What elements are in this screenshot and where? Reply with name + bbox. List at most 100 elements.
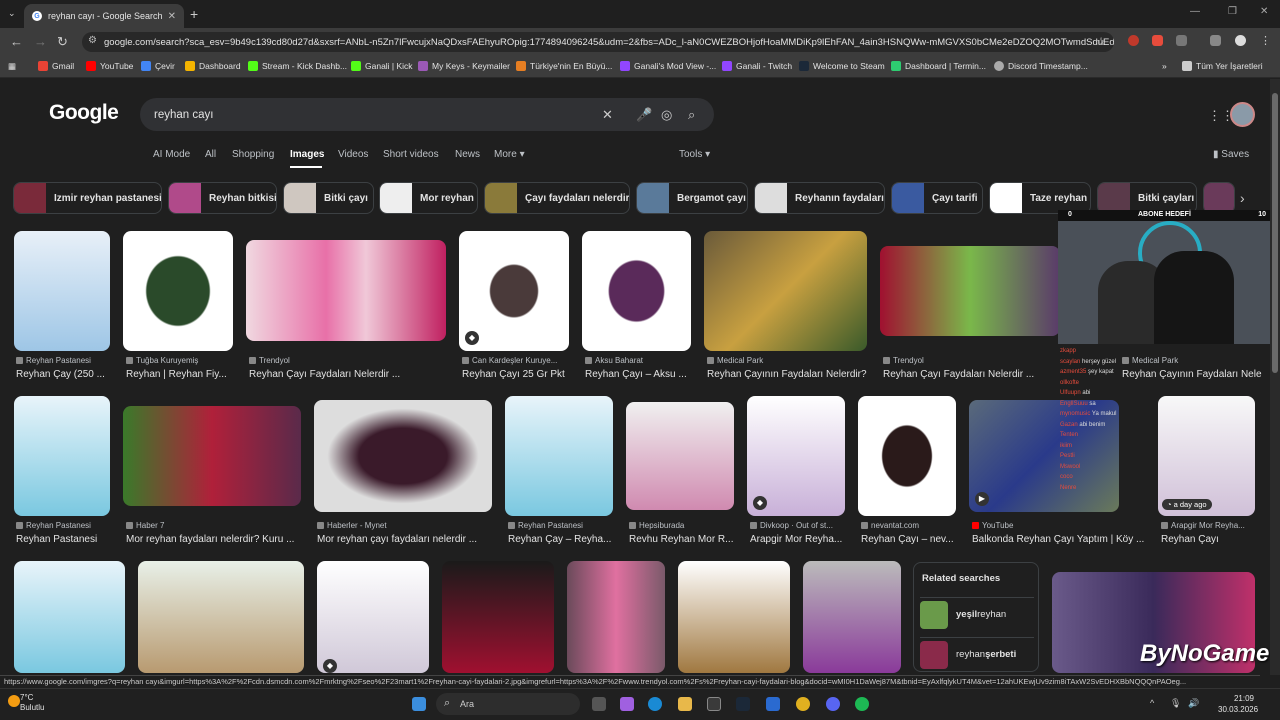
result-image[interactable] <box>880 246 1060 336</box>
lens-search-icon[interactable]: ◎ <box>661 107 672 123</box>
tab-ai-mode[interactable]: AI Mode <box>153 149 190 160</box>
system-clock[interactable]: 21:09 30.03.2026 <box>1218 693 1258 715</box>
site-info-icon[interactable]: ⚙ <box>88 35 97 46</box>
result-caption[interactable]: Balkonda Reyhan Çayı Yaptım | Köy ... <box>972 534 1152 545</box>
microphone-icon[interactable]: 🎙 <box>1170 698 1181 709</box>
related-search-item[interactable]: reyhan şerbeti <box>920 637 1034 671</box>
bookmark-item[interactable]: Ganali - Twitch <box>722 61 792 71</box>
address-bar[interactable]: ⚙ google.com/search?sca_esv=9b49c139cd80… <box>82 32 1114 52</box>
google-logo[interactable]: Google <box>49 101 119 125</box>
result-image[interactable] <box>442 561 554 673</box>
extensions-puzzle-icon[interactable] <box>1176 35 1187 46</box>
result-caption[interactable]: Reyhan Çay (250 ... <box>16 369 116 380</box>
close-tab-icon[interactable]: ✕ <box>168 11 176 22</box>
browser-tab[interactable]: G reyhan cayı - Google Search ✕ <box>24 4 184 28</box>
result-image[interactable] <box>803 561 901 673</box>
related-search-item[interactable]: yeşil reyhan <box>920 597 1034 631</box>
result-image[interactable]: ◆ <box>317 561 429 673</box>
tab-short-videos[interactable]: Short videos <box>383 149 439 160</box>
result-image[interactable]: ◔ a day ago <box>1158 396 1255 516</box>
bookmark-item[interactable]: Çevir <box>141 61 175 71</box>
minimize-icon[interactable]: — <box>1190 6 1200 17</box>
extension-red-icon[interactable] <box>1128 35 1139 46</box>
clear-search-icon[interactable]: ✕ <box>602 107 613 123</box>
tools-button[interactable]: Tools ▾ <box>679 149 710 160</box>
result-caption[interactable]: Reyhan Çayı <box>1161 534 1261 545</box>
windows-start-icon[interactable] <box>412 697 426 711</box>
close-window-icon[interactable]: ✕ <box>1260 6 1268 17</box>
result-caption[interactable]: Reyhan Çayı Faydaları Nelerdir ... <box>883 369 1043 380</box>
result-caption[interactable]: Reyhan Çayının Faydaları Nelerdir? <box>707 369 872 380</box>
result-caption[interactable]: Reyhan | Reyhan Fiy... <box>126 369 236 380</box>
store-icon[interactable] <box>707 697 721 711</box>
chip[interactable]: Izmir reyhan pastanesi <box>13 182 162 214</box>
profile-icon[interactable] <box>1235 35 1246 46</box>
result-caption[interactable]: Reyhan Çayı – nev... <box>861 534 961 545</box>
all-bookmarks[interactable]: Tüm Yer İşaretleri <box>1182 61 1263 71</box>
page-scrollbar[interactable] <box>1270 79 1280 675</box>
result-caption[interactable]: Arapgir Mor Reyha... <box>750 534 850 545</box>
bookmark-item[interactable]: Welcome to Steam <box>799 61 885 71</box>
bookmark-item[interactable]: Türkiye'nin En Büyü... <box>516 61 612 71</box>
bookmark-item[interactable]: Dashboard | Termin... <box>891 61 986 71</box>
result-image[interactable] <box>582 231 691 351</box>
extension-icon[interactable] <box>1152 35 1163 46</box>
chip[interactable]: Çayı tarifi <box>891 182 983 214</box>
result-image[interactable] <box>14 561 125 673</box>
edge-icon[interactable] <box>648 697 662 711</box>
result-image[interactable] <box>678 561 790 673</box>
search-input[interactable]: reyhan cayı <box>140 98 714 131</box>
reading-list-icon[interactable] <box>1210 35 1221 46</box>
task-view-icon[interactable] <box>592 697 606 711</box>
result-caption[interactable]: Mor reyhan çayı faydaları nelerdir ... <box>317 534 497 545</box>
result-caption[interactable]: Revhu Reyhan Mor R... <box>629 534 739 545</box>
scrollbar-thumb[interactable] <box>1272 93 1278 373</box>
result-caption[interactable]: Reyhan Çay – Reyha... <box>508 534 618 545</box>
weather-widget[interactable]: 7°C Bulutlu <box>8 693 44 713</box>
spotify-icon[interactable] <box>855 697 869 711</box>
result-caption[interactable]: Reyhan Çayı Faydaları Nelerdir ... <box>249 369 449 380</box>
bookmark-item[interactable]: Gmail <box>38 61 74 71</box>
tab-images[interactable]: Images <box>290 149 324 160</box>
tab-all[interactable]: All <box>205 149 216 160</box>
result-image[interactable] <box>138 561 304 673</box>
chip[interactable]: Çayı faydaları nelerdir <box>484 182 630 214</box>
result-image[interactable] <box>567 561 665 673</box>
result-image[interactable] <box>314 400 492 512</box>
result-image[interactable] <box>14 396 110 516</box>
bookmark-item[interactable]: Stream - Kick Dashb... <box>248 61 347 71</box>
reload-icon[interactable]: ↻ <box>57 34 68 50</box>
result-image[interactable] <box>626 402 734 510</box>
discord-icon[interactable] <box>826 697 840 711</box>
tab-search-icon[interactable]: ⌄ <box>8 8 16 19</box>
tab-news[interactable]: News <box>455 149 480 160</box>
chip[interactable]: Bergamot çayı <box>636 182 748 214</box>
result-image[interactable] <box>704 231 867 351</box>
apps-grid-icon[interactable]: ▦ <box>8 61 16 72</box>
tray-overflow-icon[interactable]: ^ <box>1150 698 1154 708</box>
bookmark-item[interactable]: Ganali's Mod View -... <box>620 61 716 71</box>
result-image[interactable] <box>858 396 956 516</box>
app-icon[interactable] <box>766 697 780 711</box>
back-icon[interactable]: ← <box>10 34 23 49</box>
chip[interactable]: Bitki çayı <box>283 182 374 214</box>
maximize-icon[interactable]: ❐ <box>1228 6 1237 17</box>
result-caption[interactable]: Mor reyhan faydaları nelerdir? Kuru ... <box>126 534 306 545</box>
bookmark-item[interactable]: Dashboard <box>185 61 241 71</box>
volume-icon[interactable]: 🔊 <box>1188 698 1199 709</box>
saves-button[interactable]: ▮ Saves <box>1213 149 1249 160</box>
result-caption[interactable]: Reyhan Pastanesi <box>16 534 116 545</box>
chrome-icon[interactable] <box>796 697 810 711</box>
bookmark-item[interactable]: Ganali | Kick <box>351 61 413 71</box>
tab-shopping[interactable]: Shopping <box>232 149 274 160</box>
result-image[interactable] <box>505 396 613 516</box>
bookmark-item[interactable]: My Keys - Keymailer <box>418 61 510 71</box>
result-image[interactable] <box>123 231 233 351</box>
avatar[interactable] <box>1230 102 1255 127</box>
tab-more[interactable]: More ▾ <box>494 149 525 160</box>
new-tab-icon[interactable]: + <box>190 6 198 22</box>
taskbar-search[interactable]: ⌕ Ara <box>436 693 580 715</box>
voice-search-icon[interactable]: 🎤 <box>636 107 652 123</box>
menu-kebab-icon[interactable]: ⋮ <box>1260 34 1271 47</box>
chip[interactable]: Reyhan bitkisi <box>168 182 277 214</box>
